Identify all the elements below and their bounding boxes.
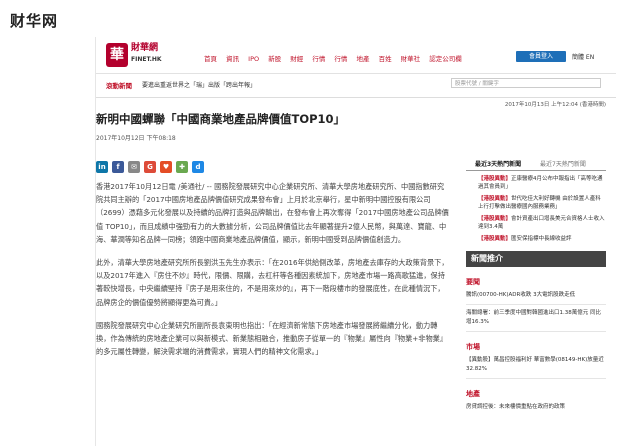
- share-icon[interactable]: ✚: [176, 161, 188, 173]
- nav-item[interactable]: 首頁: [204, 55, 217, 63]
- hot-news-list: 【港股異動】正康醫療4月公布中報指出「高等吃通過其會員到」 【港股異動】世代吃佳…: [466, 171, 606, 243]
- nav-item[interactable]: 地產: [357, 55, 370, 63]
- language-switch[interactable]: 簡體 EN: [572, 52, 594, 61]
- nav-item[interactable]: 財經: [290, 55, 303, 63]
- list-item[interactable]: 【港股異動】正康醫療4月公布中報指出「高等吃通過其會員到」: [466, 175, 606, 191]
- category-item[interactable]: 房貸調控後：未來樓價重點在政府的政策: [466, 403, 606, 412]
- item-text: 匯安保指標中長線收益評: [511, 236, 572, 242]
- email-icon[interactable]: ✉: [128, 161, 140, 173]
- paragraph: 此外，清華大學房地產研究所所長劉洪玉先生亦表示：「在2016年供給側改革，房地產…: [96, 258, 449, 307]
- logo-icon[interactable]: 華: [106, 43, 128, 67]
- tag: 【港股異動】: [478, 196, 512, 202]
- ticker-label: 滾動新聞: [106, 82, 132, 90]
- nav-item[interactable]: 行情: [312, 55, 325, 63]
- article-date: 2017年10月12日 下午08:18: [96, 135, 176, 142]
- paragraph: 香港2017年10月12日電 /美通社/ -- 國務院發展研究中心企業研究所、清…: [96, 182, 449, 244]
- digg-icon[interactable]: d: [192, 161, 204, 173]
- list-item[interactable]: 【港股異動】匯安保指標中長線收益評: [466, 235, 606, 243]
- sidebar: 最近3天熱門新聞 最近7天熱門新聞 【港股異動】正康醫療4月公布中報指出「高等吃…: [466, 154, 606, 412]
- category-label[interactable]: 地產: [466, 389, 606, 399]
- divider: [466, 378, 606, 379]
- date-bar: 2017年10月13日 上午12:04 (香港時間): [96, 97, 616, 110]
- category-item[interactable]: 【異動股】萬昌控股福利好 華富數學(08149-HK)放量近32.82%: [466, 356, 606, 374]
- header: 華 財華網 FINET.HK 首頁 資訊 IPO 新股 財經 行情 行情 地產 …: [96, 37, 616, 74]
- divider: [466, 304, 606, 305]
- category-label[interactable]: 要聞: [466, 277, 606, 287]
- facebook-icon[interactable]: f: [112, 161, 124, 173]
- ticker-text[interactable]: 要進出重返世界之「瑞」出版「跨出年報」: [142, 80, 256, 89]
- category-label[interactable]: 市場: [466, 342, 606, 352]
- list-item[interactable]: 【港股異動】會計資產出口增長美元合資格人士收入達到3.4萬: [466, 215, 606, 231]
- list-item[interactable]: 【港股異動】世代吃佳大利好轉機 由於設置人產科上行打擊做出醫療國內服務業務」: [466, 195, 606, 211]
- divider: [466, 331, 606, 332]
- logo-name: 財華網: [131, 43, 159, 53]
- nav-item[interactable]: 財華社: [401, 55, 421, 63]
- nav-item[interactable]: 資訊: [226, 55, 239, 63]
- search-input[interactable]: 股票代號 / 關鍵字: [451, 78, 601, 88]
- logo-text[interactable]: 財華網 FINET.HK: [131, 43, 162, 65]
- dateline: 2017年10月13日 上午12:04 (香港時間): [504, 102, 606, 108]
- tab-7-days[interactable]: 最近7天熱門新聞: [540, 159, 586, 168]
- logo-sub: FINET.HK: [131, 56, 162, 63]
- ticker-bar: 滾動新聞 要進出重返世界之「瑞」出版「跨出年報」 股票代號 / 關鍵字: [96, 74, 616, 94]
- category-item[interactable]: 騰訊(00700-HK)ADR收跌 3大電訊股跌走低: [466, 291, 606, 300]
- tab-3-days[interactable]: 最近3天熱門新聞: [475, 159, 521, 168]
- login-button[interactable]: 會員登入: [516, 51, 566, 62]
- page-frame: 華 財華網 FINET.HK 首頁 資訊 IPO 新股 財經 行情 行情 地產 …: [95, 37, 616, 446]
- nav-item[interactable]: IPO: [248, 55, 259, 63]
- google-plus-icon[interactable]: G: [144, 161, 156, 173]
- news-recommend-header: 新聞推介: [466, 251, 606, 267]
- main-nav: 首頁 資訊 IPO 新股 財經 行情 行情 地產 百姓 財華社 認定公司欄: [204, 53, 469, 63]
- category-item[interactable]: 海關總署：前三季度中國對韓國進出口1.38萬億元 同比增16.3%: [466, 309, 606, 327]
- share-bar: in f ✉ G ♥ ✚ d: [96, 161, 204, 173]
- tag: 【港股異動】: [478, 236, 512, 242]
- nav-item[interactable]: 新股: [268, 55, 281, 63]
- weibo-icon[interactable]: ♥: [160, 161, 172, 173]
- tag: 【港股異動】: [478, 216, 512, 222]
- nav-item[interactable]: 認定公司欄: [429, 55, 462, 63]
- hot-news-tabs: 最近3天熱門新聞 最近7天熱門新聞: [466, 154, 606, 171]
- nav-item[interactable]: 百姓: [379, 55, 392, 63]
- article-body: 香港2017年10月12日電 /美通社/ -- 國務院發展研究中心企業研究所、清…: [96, 180, 449, 368]
- linkedin-icon[interactable]: in: [96, 161, 108, 173]
- nav-item[interactable]: 行情: [334, 55, 347, 63]
- paragraph: 國務院發展研究中心企業研究所副所長袁東明也指出：「在經濟新常態下房地產市場發展將…: [96, 320, 448, 357]
- article-title: 新明中國蟬聯「中國商業地產品牌價值TOP10」: [96, 112, 346, 126]
- tag: 【港股異動】: [478, 176, 512, 182]
- site-title: 财华网: [10, 12, 59, 30]
